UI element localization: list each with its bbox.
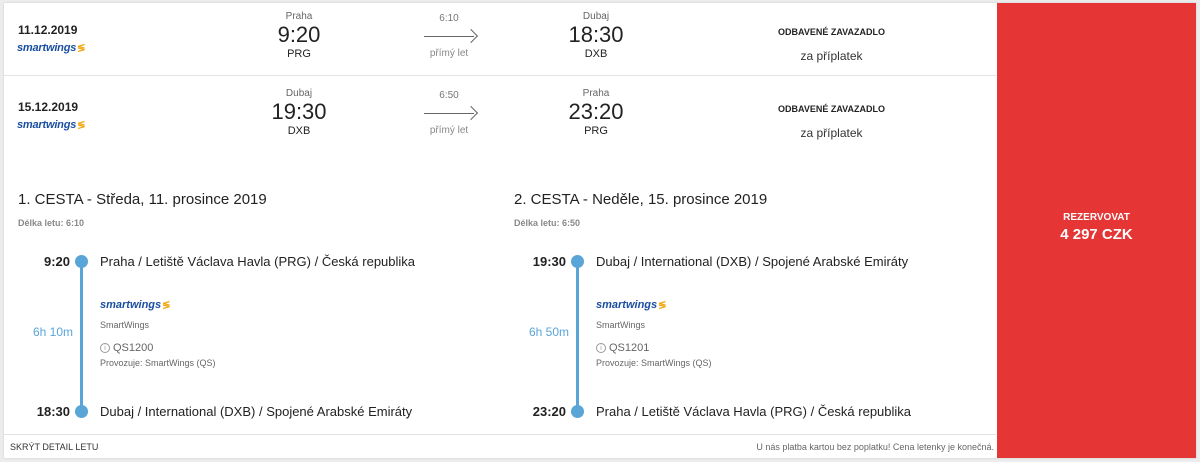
flight-duration: 6:50: [439, 90, 459, 101]
departure-time: 19:30: [532, 254, 566, 269]
airline-flag-icon: ≶: [658, 300, 667, 311]
arrival-time: 18:30: [36, 404, 70, 419]
airline-logo: smartwings≶: [17, 42, 86, 54]
baggage-subtitle: za příplatek: [800, 126, 863, 140]
departure-time: 9:20: [43, 254, 70, 269]
inbound-departure: Dubaj 19:30 DXB: [239, 88, 359, 137]
timeline-end-dot: [571, 405, 584, 418]
timeline-line: [576, 260, 579, 410]
timeline-line: [80, 260, 83, 410]
airline-name: SmartWings: [596, 320, 646, 330]
flight-details: 11.12.2019 smartwings≶ Praha 9:20 PRG 6:…: [4, 3, 996, 458]
airline-logo-text: smartwings: [17, 119, 77, 131]
baggage-title: ODBAVENÉ ZAVAZADLO: [778, 27, 885, 37]
airline-logo: smartwings≶: [596, 299, 667, 311]
outbound-flight-info: 6:10 přímý let: [414, 13, 484, 59]
arrival-time: 23:20: [532, 404, 566, 419]
airline-name: SmartWings: [100, 320, 150, 330]
leg-title: 2. CESTA - Neděle, 15. prosince 2019: [514, 191, 768, 208]
operated-by: Provozuje: SmartWings (QS): [596, 358, 712, 368]
flight-number-text: QS1200: [113, 342, 154, 354]
inbound-date: 15.12.2019: [18, 100, 79, 114]
inbound-flight-info: 6:50 přímý let: [414, 90, 484, 136]
flight-offer-card: 11.12.2019 smartwings≶ Praha 9:20 PRG 6:…: [4, 3, 1196, 458]
airline-logo: smartwings≶: [17, 119, 86, 131]
price: 4 297 CZK: [1060, 226, 1133, 243]
info-icon[interactable]: i: [100, 343, 110, 353]
outbound-arrival: Dubaj 18:30 DXB: [536, 11, 656, 60]
leg-detail-2: 2. CESTA - Neděle, 15. prosince 2019 Dél…: [514, 191, 994, 421]
payment-note: U nás platba kartou bez poplatku! Cena l…: [756, 442, 994, 452]
outbound-date: 11.12.2019: [18, 23, 78, 37]
timeline-end-dot: [75, 405, 88, 418]
direct-flight-label: přímý let: [429, 125, 469, 136]
airline-flag-icon: ≶: [162, 300, 171, 311]
arrival-place: Praha / Letiště Václava Havla (PRG) / Če…: [596, 404, 912, 419]
departure-time: 19:30: [271, 99, 327, 124]
departure-city: Praha: [285, 11, 313, 22]
airline-logo: smartwings≶: [100, 299, 171, 311]
arrival-time: 18:30: [568, 22, 624, 47]
arrival-city: Praha: [582, 88, 610, 99]
departure-time: 9:20: [277, 22, 321, 47]
flight-duration: 6h 50m: [528, 325, 569, 339]
card-footer: SKRÝT DETAIL LETU U nás platba kartou be…: [4, 434, 996, 458]
outbound-departure: Praha 9:20 PRG: [239, 11, 359, 60]
flight-duration: 6:10: [439, 13, 459, 24]
leg-length: Délka letu: 6:50: [514, 218, 581, 228]
arrow-right-icon: [414, 26, 484, 44]
direct-flight-label: přímý let: [429, 48, 469, 59]
flight-number-text: QS1201: [609, 342, 650, 354]
arrival-code: PRG: [584, 125, 608, 137]
leg-length: Délka letu: 6:10: [18, 218, 85, 228]
hide-detail-link[interactable]: SKRÝT DETAIL LETU: [10, 442, 98, 452]
info-icon[interactable]: i: [596, 343, 606, 353]
operated-by: Provozuje: SmartWings (QS): [100, 358, 216, 368]
timeline-start-dot: [75, 255, 88, 268]
inbound-arrival: Praha 23:20 PRG: [536, 88, 656, 137]
arrival-city: Dubaj: [582, 11, 610, 22]
flight-duration: 6h 10m: [32, 325, 73, 339]
arrival-place: Dubaj / International (DXB) / Spojené Ar…: [100, 404, 413, 419]
departure-place: Praha / Letiště Václava Havla (PRG) / Če…: [100, 254, 416, 269]
airline-flag-icon: ≶: [77, 43, 86, 54]
reserve-label: REZERVOVAT: [1063, 212, 1130, 223]
inbound-baggage: ODBAVENÉ ZAVAZADLO za příplatek: [749, 104, 914, 140]
flight-number[interactable]: i QS1200: [100, 342, 153, 354]
inbound-summary-row: 15.12.2019 smartwings≶ Dubaj 19:30 DXB 6…: [4, 80, 996, 153]
departure-city: Dubaj: [285, 88, 313, 99]
timeline-start-dot: [571, 255, 584, 268]
outbound-baggage: ODBAVENÉ ZAVAZADLO za příplatek: [749, 27, 914, 63]
arrow-right-icon: [414, 103, 484, 121]
baggage-subtitle: za příplatek: [800, 49, 863, 63]
leg-title: 1. CESTA - Středa, 11. prosince 2019: [18, 191, 267, 208]
reserve-button[interactable]: REZERVOVAT 4 297 CZK: [997, 3, 1196, 458]
leg-detail-1: 1. CESTA - Středa, 11. prosince 2019 Dél…: [18, 191, 498, 421]
airline-logo-text: smartwings: [596, 299, 658, 311]
departure-code: DXB: [287, 125, 311, 137]
airline-flag-icon: ≶: [77, 120, 86, 131]
arrival-code: DXB: [584, 48, 608, 60]
airline-logo-text: smartwings: [100, 299, 162, 311]
baggage-title: ODBAVENÉ ZAVAZADLO: [778, 104, 885, 114]
flight-number[interactable]: i QS1201: [596, 342, 649, 354]
airline-logo-text: smartwings: [17, 42, 77, 54]
arrival-time: 23:20: [568, 99, 624, 124]
departure-code: PRG: [287, 48, 311, 60]
outbound-summary-row: 11.12.2019 smartwings≶ Praha 9:20 PRG 6:…: [4, 3, 996, 76]
departure-place: Dubaj / International (DXB) / Spojené Ar…: [596, 254, 909, 269]
